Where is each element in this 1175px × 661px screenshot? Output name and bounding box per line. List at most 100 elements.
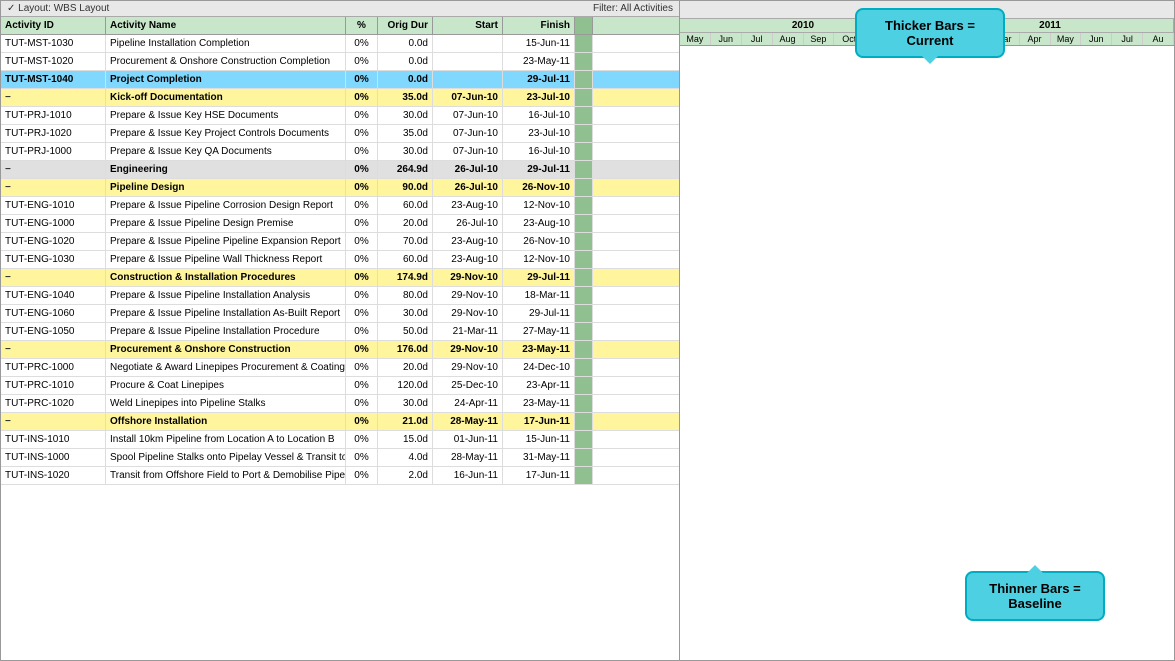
cell-finish: 29-Jul-11 [503, 161, 575, 178]
cell-dur: 264.9d [378, 161, 433, 178]
cell-start: 21-Mar-11 [433, 323, 503, 340]
cell-pct: 0% [346, 359, 378, 376]
cell-name: Negotiate & Award Linepipes Procurement … [106, 359, 346, 376]
cell-pct: 0% [346, 143, 378, 160]
cell-start: 07-Jun-10 [433, 107, 503, 124]
cell-pct: 0% [346, 467, 378, 484]
collapse-icon[interactable]: − [5, 272, 11, 283]
cell-start: 24-Apr-11 [433, 395, 503, 412]
cell-id: TUT-INS-1010 [1, 431, 106, 448]
cell-finish: 12-Nov-10 [503, 251, 575, 268]
cell-finish: 12-Nov-10 [503, 197, 575, 214]
cell-start: 26-Jul-10 [433, 215, 503, 232]
header-start[interactable]: Start [433, 17, 503, 34]
cell-name: Offshore Installation [106, 413, 346, 430]
cell-name: Prepare & Issue Pipeline Corrosion Desig… [106, 197, 346, 214]
cell-name: Kick-off Documentation [106, 89, 346, 106]
layout-label: ✓ Layout: WBS Layout [7, 3, 109, 14]
collapse-icon[interactable]: − [5, 416, 11, 427]
table-row: TUT-ENG-1030 Prepare & Issue Pipeline Wa… [1, 251, 679, 269]
cell-finish: 23-May-11 [503, 53, 575, 70]
cell-finish: 17-Jun-11 [503, 413, 575, 430]
cell-id: − [1, 179, 106, 196]
cell-pct: 0% [346, 251, 378, 268]
cell-name: Pipeline Design [106, 179, 346, 196]
cell-finish: 15-Jun-11 [503, 35, 575, 52]
table-row: TUT-PRC-1020 Weld Linepipes into Pipelin… [1, 395, 679, 413]
cell-id: TUT-MST-1020 [1, 53, 106, 70]
cell-id: TUT-PRJ-1010 [1, 107, 106, 124]
app-container: ✓ Layout: WBS Layout Filter: All Activit… [0, 0, 1175, 661]
chart-body [680, 46, 1174, 660]
header-finish[interactable]: Finish [503, 17, 575, 34]
header-activity-id[interactable]: Activity ID [1, 17, 106, 34]
header-activity-name[interactable]: Activity Name [106, 17, 346, 34]
table-row: TUT-PRC-1000 Negotiate & Award Linepipes… [1, 359, 679, 377]
filter-label: Filter: All Activities [593, 3, 673, 14]
cell-name: Project Completion [106, 71, 346, 88]
collapse-icon[interactable]: − [5, 182, 11, 193]
cell-arrow [575, 89, 593, 106]
cell-start: 07-Jun-10 [433, 125, 503, 142]
cell-finish: 29-Jul-11 [503, 305, 575, 322]
cell-pct: 0% [346, 35, 378, 52]
gantt-table: ✓ Layout: WBS Layout Filter: All Activit… [0, 0, 680, 661]
cell-arrow [575, 377, 593, 394]
cell-finish: 23-Aug-10 [503, 215, 575, 232]
cell-start: 29-Nov-10 [433, 287, 503, 304]
cell-start: 29-Nov-10 [433, 305, 503, 322]
table-row: − Procurement & Onshore Construction 0% … [1, 341, 679, 359]
table-row: TUT-INS-1000 Spool Pipeline Stalks onto … [1, 449, 679, 467]
cell-pct: 0% [346, 197, 378, 214]
header-pct[interactable]: % [346, 17, 378, 34]
collapse-icon[interactable]: − [5, 164, 11, 175]
table-row: TUT-PRC-1010 Procure & Coat Linepipes 0%… [1, 377, 679, 395]
cell-start: 07-Jun-10 [433, 143, 503, 160]
callout-thicker-text: Thicker Bars = Current [885, 18, 975, 48]
cell-start: 29-Nov-10 [433, 341, 503, 358]
cell-finish: 17-Jun-11 [503, 467, 575, 484]
month-may10: May [680, 33, 711, 45]
cell-pct: 0% [346, 233, 378, 250]
header-dur[interactable]: Orig Dur [378, 17, 433, 34]
cell-dur: 2.0d [378, 467, 433, 484]
table-row: TUT-MST-1020 Procurement & Onshore Const… [1, 53, 679, 71]
cell-id: TUT-PRJ-1000 [1, 143, 106, 160]
cell-finish: 18-Mar-11 [503, 287, 575, 304]
cell-arrow [575, 323, 593, 340]
cell-start: 07-Jun-10 [433, 89, 503, 106]
cell-dur: 120.0d [378, 377, 433, 394]
cell-start: 26-Jul-10 [433, 161, 503, 178]
collapse-icon[interactable]: − [5, 92, 11, 103]
table-row: TUT-MST-1040 Project Completion 0% 0.0d … [1, 71, 679, 89]
cell-start: 23-Aug-10 [433, 197, 503, 214]
cell-start: 29-Nov-10 [433, 269, 503, 286]
cell-id: TUT-PRC-1010 [1, 377, 106, 394]
cell-id: TUT-ENG-1040 [1, 287, 106, 304]
cell-id: TUT-ENG-1060 [1, 305, 106, 322]
cell-dur: 4.0d [378, 449, 433, 466]
cell-name: Prepare & Issue Pipeline Pipeline Expans… [106, 233, 346, 250]
cell-start: 01-Jun-11 [433, 431, 503, 448]
cell-dur: 50.0d [378, 323, 433, 340]
cell-pct: 0% [346, 89, 378, 106]
table-row: TUT-MST-1030 Pipeline Installation Compl… [1, 35, 679, 53]
cell-name: Prepare & Issue Pipeline Installation As… [106, 305, 346, 322]
cell-arrow [575, 179, 593, 196]
cell-pct: 0% [346, 107, 378, 124]
cell-dur: 60.0d [378, 251, 433, 268]
table-row: − Construction & Installation Procedures… [1, 269, 679, 287]
cell-pct: 0% [346, 377, 378, 394]
cell-start [433, 35, 503, 52]
cell-finish: 31-May-11 [503, 449, 575, 466]
cell-id: − [1, 161, 106, 178]
cell-start [433, 53, 503, 70]
cell-finish: 23-Apr-11 [503, 377, 575, 394]
cell-finish: 23-Jul-10 [503, 125, 575, 142]
cell-finish: 16-Jul-10 [503, 107, 575, 124]
table-row: TUT-ENG-1050 Prepare & Issue Pipeline In… [1, 323, 679, 341]
cell-start: 29-Nov-10 [433, 359, 503, 376]
collapse-icon[interactable]: − [5, 344, 11, 355]
cell-finish: 29-Jul-11 [503, 71, 575, 88]
cell-arrow [575, 233, 593, 250]
